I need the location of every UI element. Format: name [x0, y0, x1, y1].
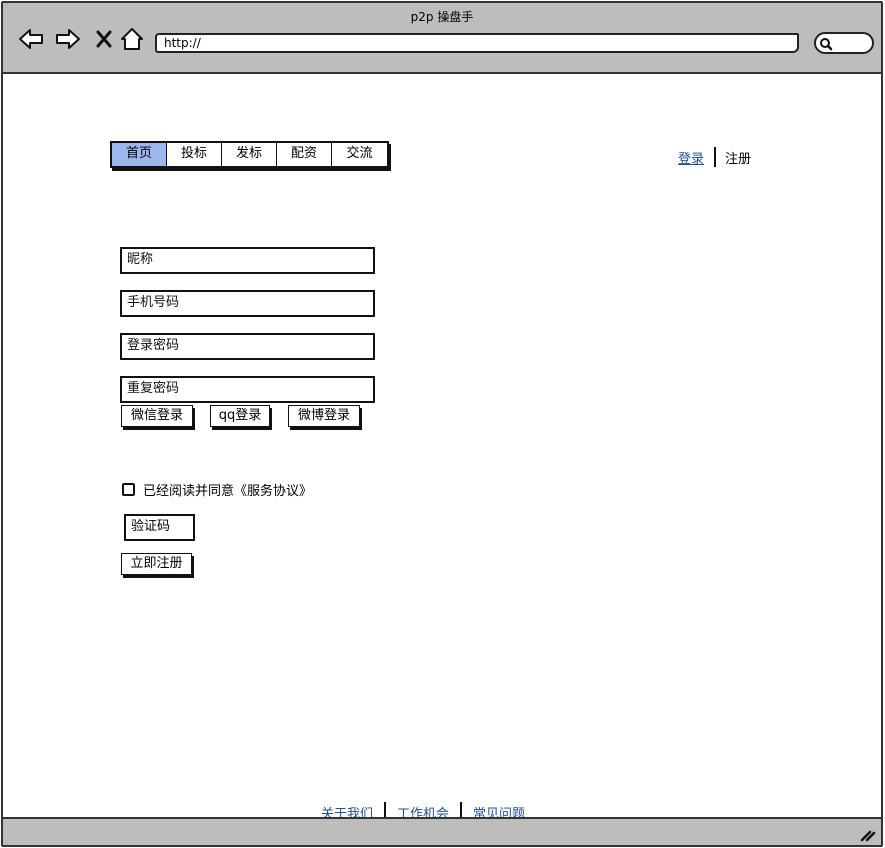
agreement-label: 已经阅读并同意《服务协议》	[143, 484, 313, 499]
phone-field[interactable]: 手机号码	[120, 290, 375, 317]
search-icon	[820, 38, 833, 51]
url-bar[interactable]: http://	[155, 33, 799, 53]
forward-arrow-icon[interactable]	[54, 25, 82, 53]
confirm-password-field[interactable]: 重复密码	[120, 376, 375, 403]
weibo-login-button[interactable]: 微博登录	[288, 405, 360, 427]
browser-window: p2p 操盘手 http:// 首页 投标 发标 配资 交流 登录 注册 昵称 …	[1, 1, 883, 847]
captcha-field[interactable]: 验证码	[124, 514, 195, 541]
register-now-button[interactable]: 立即注册	[121, 553, 192, 575]
tab-bid[interactable]: 投标	[167, 143, 222, 166]
auth-links: 登录 注册	[678, 146, 751, 168]
back-arrow-icon[interactable]	[17, 25, 45, 53]
tab-home[interactable]: 首页	[112, 143, 167, 166]
tab-community[interactable]: 交流	[332, 143, 387, 166]
main-nav: 首页 投标 发标 配资 交流	[110, 141, 389, 168]
agree-checkbox[interactable]	[122, 483, 135, 496]
password-field[interactable]: 登录密码	[120, 333, 375, 360]
status-bar	[3, 817, 881, 845]
search-box[interactable]	[814, 32, 874, 54]
agreement-row: 已经阅读并同意《服务协议》	[122, 480, 312, 499]
home-icon[interactable]	[118, 25, 146, 53]
browser-toolbar: p2p 操盘手 http://	[3, 3, 881, 74]
window-title: p2p 操盘手	[410, 10, 474, 24]
tab-funding[interactable]: 配资	[277, 143, 332, 166]
login-link[interactable]: 登录	[678, 148, 704, 167]
wechat-login-button[interactable]: 微信登录	[121, 405, 193, 427]
nickname-field[interactable]: 昵称	[120, 247, 375, 274]
divider	[714, 147, 717, 167]
resize-grip-icon[interactable]	[860, 828, 876, 842]
register-link[interactable]: 注册	[725, 148, 751, 167]
tab-publish[interactable]: 发标	[222, 143, 277, 166]
qq-login-button[interactable]: qq登录	[210, 405, 270, 427]
close-x-icon[interactable]	[91, 25, 119, 53]
